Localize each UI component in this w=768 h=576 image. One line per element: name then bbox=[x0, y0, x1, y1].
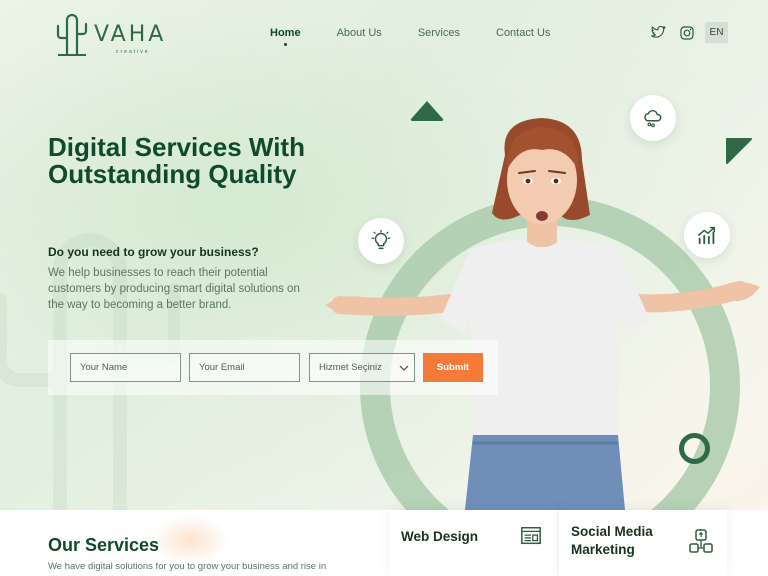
lightbulb-icon bbox=[371, 230, 391, 250]
cloud-icon bbox=[644, 109, 662, 128]
nav-item-home[interactable]: Home bbox=[270, 27, 301, 46]
hero-description: We help businesses to reach their potent… bbox=[48, 267, 300, 311]
service-card-title: Social Media Marketing bbox=[571, 524, 653, 557]
hero-question: Do you need to grow your business? bbox=[48, 245, 259, 259]
decorative-glow bbox=[150, 515, 230, 565]
cactus-logo-icon bbox=[56, 13, 88, 56]
name-input[interactable]: Your Name bbox=[70, 353, 181, 382]
twitter-icon[interactable] bbox=[650, 24, 666, 40]
chevron-down-icon bbox=[399, 365, 409, 371]
service-select-value: Hizmet Seçiniz bbox=[319, 362, 382, 373]
cloud-bubble bbox=[630, 95, 676, 141]
main-nav: Home About Us Services Contact Us bbox=[270, 27, 586, 46]
small-ring-decoration bbox=[679, 433, 710, 464]
web-design-icon bbox=[521, 527, 541, 545]
nav-item-about[interactable]: About Us bbox=[337, 27, 382, 39]
nav-item-contact[interactable]: Contact Us bbox=[496, 27, 550, 39]
service-card-title: Web Design bbox=[401, 529, 479, 544]
services-description: We have digital solutions for you to gro… bbox=[48, 561, 327, 572]
services-title: Our Services bbox=[48, 535, 160, 555]
hero-headline: Digital Services With Outstanding Qualit… bbox=[48, 132, 305, 189]
language-switcher[interactable]: EN bbox=[705, 22, 728, 43]
lightbulb-bubble bbox=[358, 218, 404, 264]
service-select[interactable]: Hizmet Seçiniz bbox=[309, 353, 415, 382]
instagram-icon[interactable] bbox=[679, 25, 695, 41]
nav-item-services[interactable]: Services bbox=[418, 27, 460, 39]
growth-chart-bubble bbox=[684, 212, 730, 258]
email-input[interactable]: Your Email bbox=[189, 353, 300, 382]
submit-button[interactable]: Submit bbox=[423, 353, 483, 382]
service-card-web-design[interactable]: Web Design bbox=[389, 510, 557, 576]
social-media-icon bbox=[689, 529, 713, 553]
service-card-social-media[interactable]: Social Media Marketing bbox=[559, 510, 727, 576]
brand-tagline: creative bbox=[116, 48, 150, 55]
growth-chart-icon bbox=[698, 226, 716, 245]
brand-logo[interactable]: VAHA creative bbox=[56, 12, 166, 56]
brand-name: VAHA bbox=[94, 21, 167, 47]
